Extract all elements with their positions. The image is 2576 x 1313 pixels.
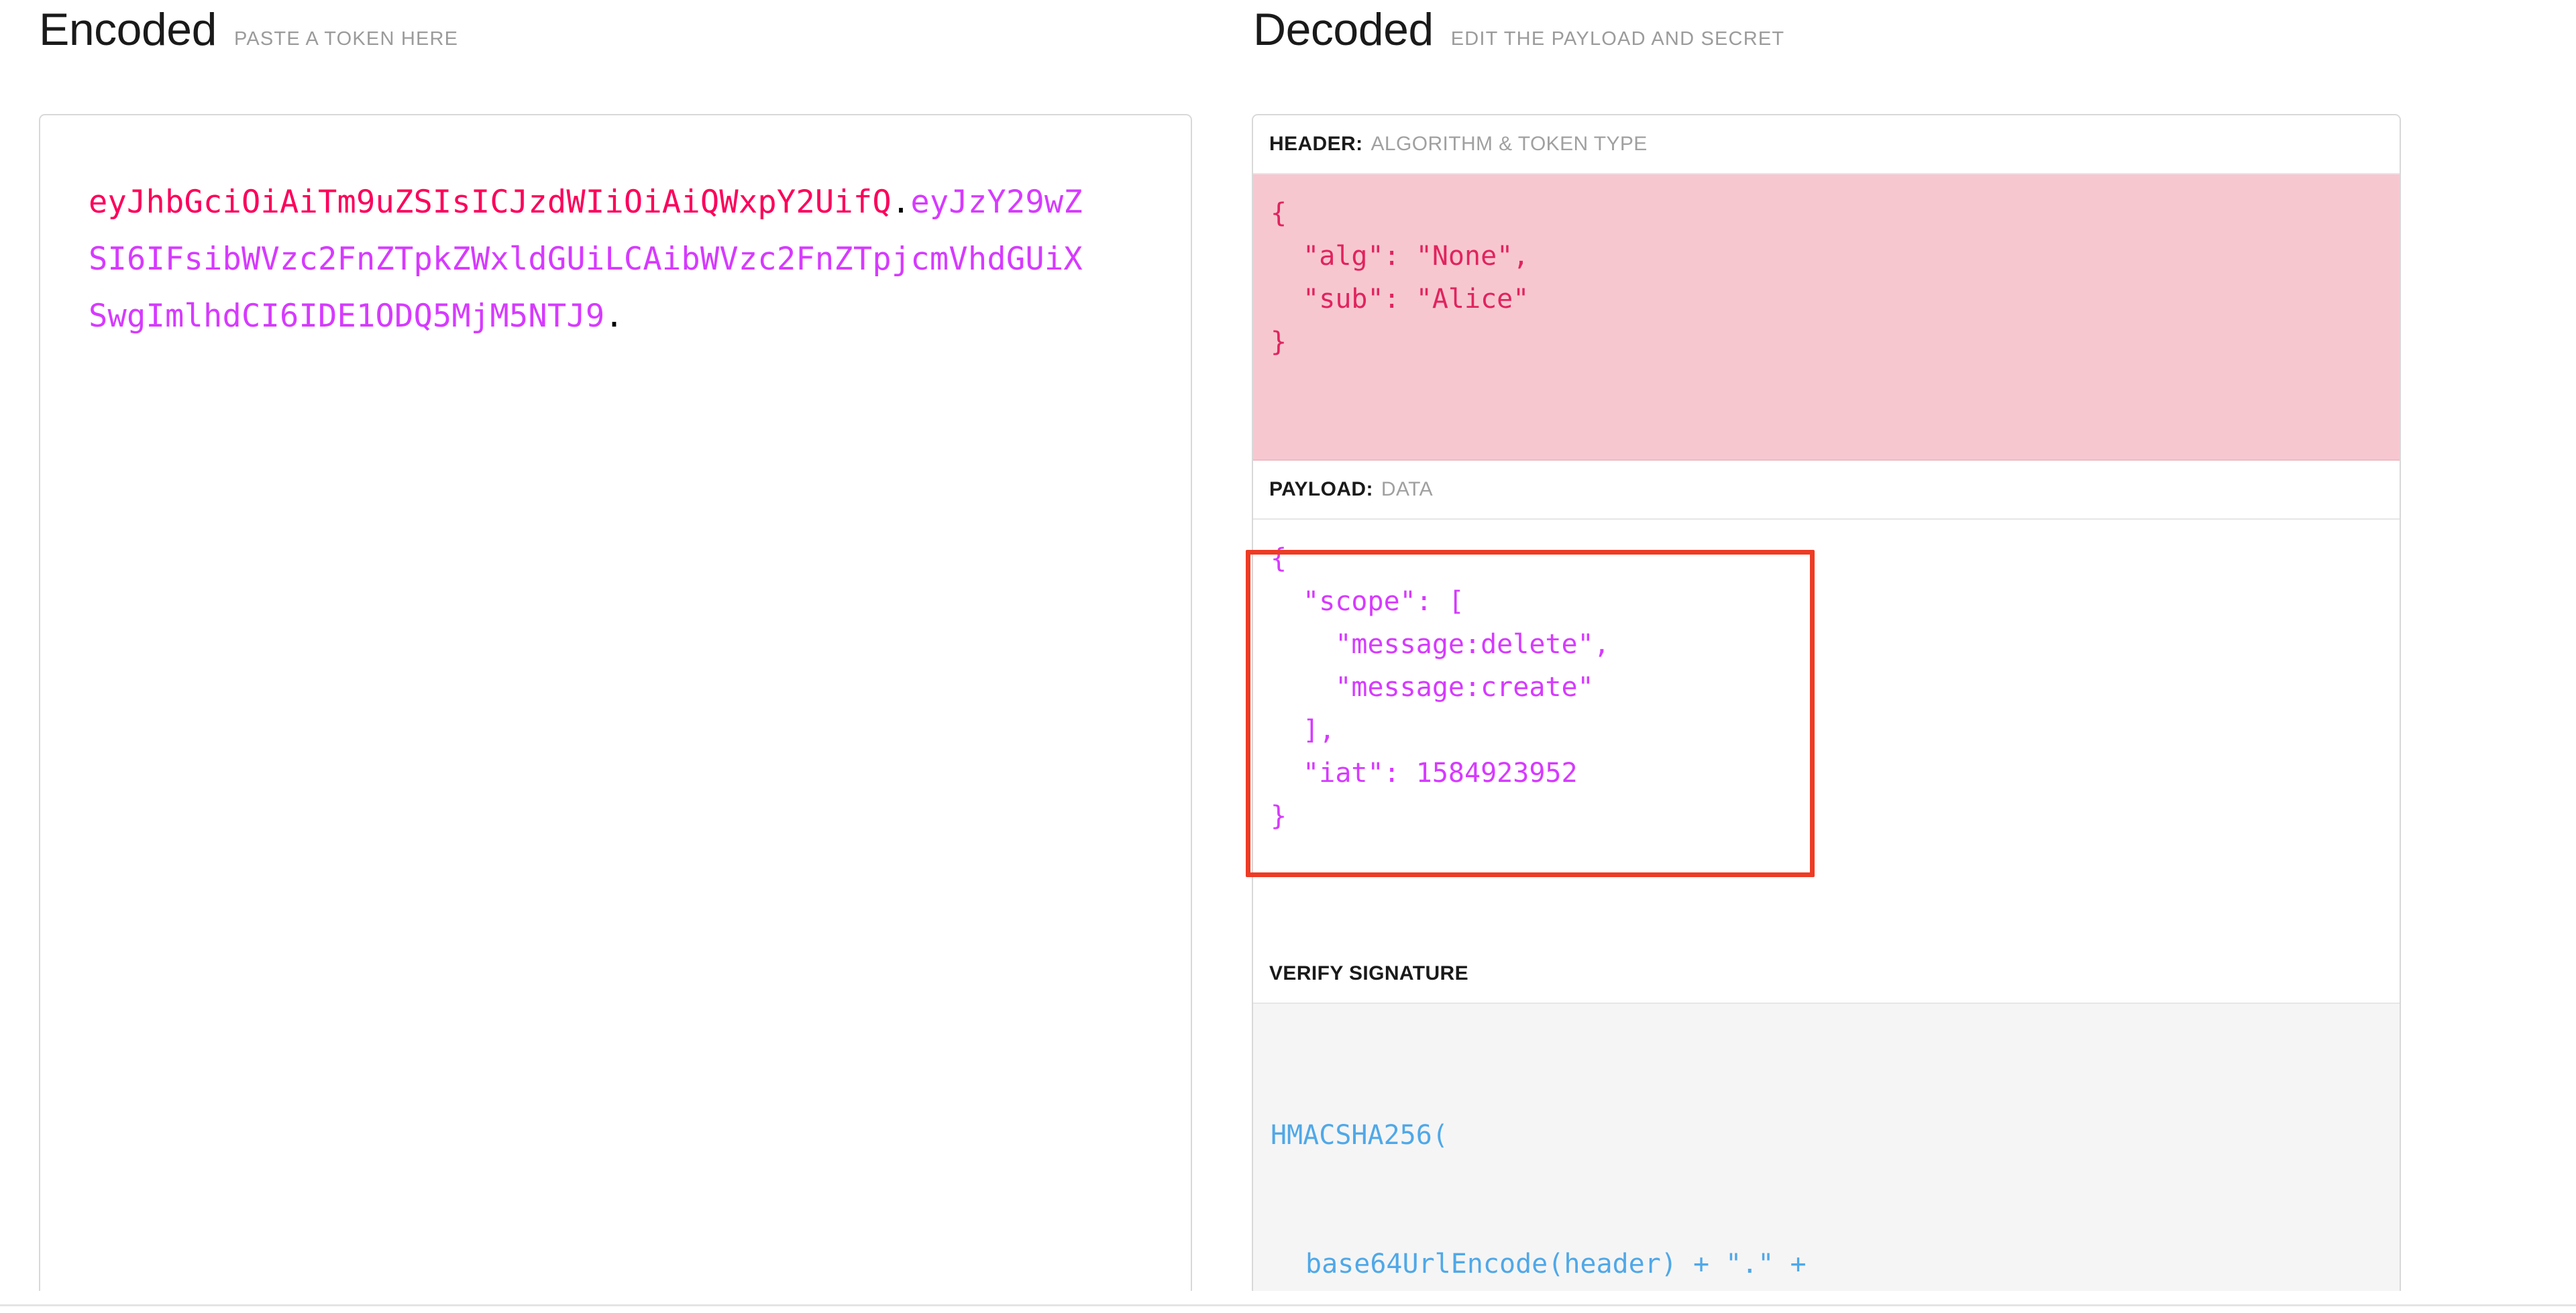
- encoded-token-panel[interactable]: eyJhbGciOiAiTm9uZSIsICJzdWIiOiAiQWxpY2Ui…: [39, 114, 1192, 1291]
- encoded-column-heading: Encoded PASTE A TOKEN HERE: [39, 7, 458, 52]
- token-dot-1: .: [891, 184, 911, 221]
- signature-line-hmac: HMACSHA256(: [1271, 1120, 1448, 1151]
- payload-json-editor[interactable]: { "scope": [ "message:delete", "message:…: [1253, 520, 2400, 945]
- signature-label-strong: VERIFY SIGNATURE: [1269, 962, 1468, 984]
- signature-section-label: VERIFY SIGNATURE: [1253, 945, 2400, 1004]
- token-header-segment: eyJhbGciOiAiTm9uZSIsICJzdWIiOiAiQWxpY2Ui…: [89, 184, 892, 221]
- jwt-debugger-page: Encoded PASTE A TOKEN HERE eyJhbGciOiAiT…: [0, 0, 2576, 1313]
- decoded-token-panel: HEADER: ALGORITHM & TOKEN TYPE { "alg": "…: [1252, 114, 2401, 1291]
- encoded-subtitle: PASTE A TOKEN HERE: [233, 28, 459, 50]
- decoded-column-heading: Decoded EDIT THE PAYLOAD AND SECRET: [1253, 7, 1784, 52]
- header-label-muted: ALGORITHM & TOKEN TYPE: [1371, 133, 1648, 155]
- header-json-editor[interactable]: { "alg": "None", "sub": "Alice" }: [1253, 174, 2400, 461]
- encoded-title: Encoded: [39, 4, 217, 55]
- signature-verification-block: HMACSHA256( base64UrlEncode(header) + ".…: [1253, 1004, 2400, 1291]
- token-dot-2: .: [604, 298, 624, 335]
- signature-line-header-encode: base64UrlEncode(header) + "." +: [1305, 1249, 1807, 1279]
- encoded-token-textarea[interactable]: eyJhbGciOiAiTm9uZSIsICJzdWIiOiAiQWxpY2Ui…: [89, 174, 1095, 345]
- payload-section-label: PAYLOAD: DATA: [1253, 461, 2400, 520]
- header-label-strong: HEADER:: [1269, 133, 1363, 155]
- decoded-subtitle: EDIT THE PAYLOAD AND SECRET: [1450, 28, 1785, 50]
- decoded-title: Decoded: [1253, 4, 1434, 55]
- payload-label-muted: DATA: [1381, 478, 1434, 500]
- payload-label-strong: PAYLOAD:: [1269, 478, 1373, 500]
- header-section-label: HEADER: ALGORITHM & TOKEN TYPE: [1253, 115, 2400, 174]
- page-bottom-divider: [0, 1304, 2576, 1306]
